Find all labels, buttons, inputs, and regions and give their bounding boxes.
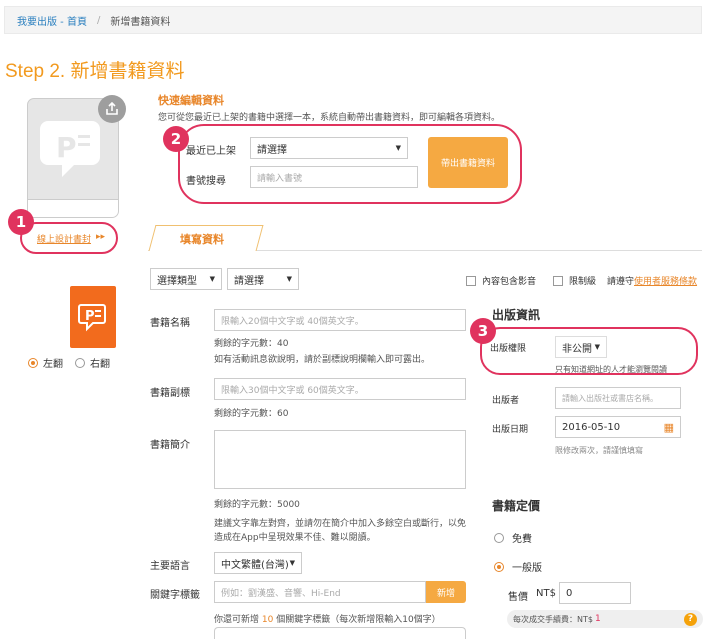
quick-edit-description: 您可從您最近已上架的書籍中選擇一本，系統自動帶出書籍資料，即可編輯各項資料。 [158,113,501,123]
caret-down-icon: ▼ [286,275,292,283]
intro-label: 書籍簡介 [150,440,190,451]
svg-text:P: P [85,309,95,324]
permission-label: 出版權限 [490,344,527,354]
svg-text:P: P [56,131,77,164]
tab-fill-data-label: 填寫資料 [180,233,224,246]
add-keyword-button[interactable]: 新增 [426,581,466,603]
subtitle-label: 書籍副標 [150,388,190,399]
intro-textarea[interactable] [214,430,466,489]
intro-remaining: 剩餘的字元數：5000 [214,500,300,510]
radio-free[interactable] [494,532,504,543]
restricted-option[interactable]: 限制級 [553,274,596,287]
recent-label: 最近已上架 [186,146,236,157]
book-number-search-input[interactable]: 請輸入書號 [250,166,418,188]
subtitle-remaining: 剩餘的字元數：60 [214,409,289,419]
keyword-quota-note: 你還可新增 10 個關鍵字標籤（每次新增限輸入10個字） [214,615,441,625]
page-direction-right[interactable]: 右翻 [75,355,110,370]
publisher-input[interactable]: 請輸入出版社或書店名稱。 [555,387,681,409]
quick-edit-title: 快速編輯資料 [158,94,224,107]
price-input[interactable]: 0 [559,582,631,604]
intro-note-line2: 造成在App中呈現效果不佳、難以閱讀。 [214,533,376,543]
caret-down-icon: ▼ [594,343,600,351]
help-icon[interactable]: ? [684,612,697,626]
permission-select[interactable]: 非公開 ▼ [555,336,607,358]
caret-down-icon: ▼ [395,144,401,152]
search-label: 書號搜尋 [186,176,226,187]
share-icon[interactable] [98,95,126,123]
breadcrumb: 我要出版 - 首頁 / 新增書籍資料 [4,6,702,34]
radio-right[interactable] [75,357,85,368]
category-select[interactable]: 請選擇 ▼ [227,268,299,290]
app-logo-icon: P [70,286,116,348]
type-select[interactable]: 選擇類型 ▼ [150,268,222,290]
keyword-input[interactable]: 例如：劉漢盛、音響、Hi-End [214,581,426,603]
restricted-checkbox[interactable] [553,275,563,286]
fill-book-data-button[interactable]: 帶出書籍資料 [428,137,508,188]
publish-date-hint: 限修改兩次，請謹慎填寫 [555,446,643,455]
language-label: 主要語言 [150,561,190,572]
caret-down-icon: ▼ [289,559,295,567]
breadcrumb-separator: / [96,14,101,26]
book-name-input[interactable]: 限輸入20個中文字或 40個英文字。 [214,309,466,331]
language-select[interactable]: 中文繁體(台灣) ▼ [214,552,302,574]
keyword-tag-list [214,627,466,639]
pricing-free-option[interactable]: 免費 [494,530,532,545]
book-name-note: 如有活動訊息欲說明，請於副標說明欄輸入即可露出。 [214,355,431,365]
publish-date-input[interactable]: 2016-05-10 ▦ [555,416,681,438]
terms-notice: 請遵守使用者服務條款 [607,277,698,287]
recent-book-select[interactable]: 請選擇 ▼ [250,137,408,159]
calendar-icon[interactable]: ▦ [664,421,674,434]
breadcrumb-home-link[interactable]: 我要出版 - 首頁 [17,13,87,28]
price-currency: NT$ [536,588,556,599]
online-design-cover-link[interactable]: 線上設計書封 [37,232,91,245]
caret-down-icon: ▼ [209,275,215,283]
media-option[interactable]: 內容包含影音 [466,274,536,287]
publish-info-title: 出版資訊 [492,308,541,322]
intro-note-line1: 建議文字靠左對齊，並請勿在簡介中加入多餘空白或斷行，以免 [214,519,467,529]
annotation-badge-1: 1 [8,209,34,235]
breadcrumb-current: 新增書籍資料 [110,16,171,28]
radio-left-selected[interactable] [28,357,38,368]
page-title: Step 2. 新增書籍資料 [5,61,185,82]
keywords-label: 關鍵字標籤 [150,590,200,601]
page-direction-left[interactable]: 左翻 [28,355,63,370]
radio-normal-selected[interactable] [494,561,504,572]
pricing-title: 書籍定價 [492,499,541,513]
subtitle-input[interactable]: 限輸入30個中文字或 60個英文字。 [214,378,466,400]
permission-hint: 只有知道網址的人才能瀏覽閱讀 [555,365,667,374]
double-arrow-icon: ▸▸ [96,232,106,242]
media-checkbox[interactable] [466,275,476,286]
book-name-label: 書籍名稱 [150,318,190,329]
publish-date-label: 出版日期 [492,425,529,435]
terms-link[interactable]: 使用者服務條款 [634,277,697,287]
transaction-fee-bar: 每次成交手續費：NT$ 1 ? [507,610,703,628]
publisher-label: 出版者 [492,396,520,406]
pricing-normal-option[interactable]: 一般版 [494,559,542,574]
price-label: 售價 [508,592,528,603]
book-name-remaining: 剩餘的字元數：40 [214,339,289,349]
